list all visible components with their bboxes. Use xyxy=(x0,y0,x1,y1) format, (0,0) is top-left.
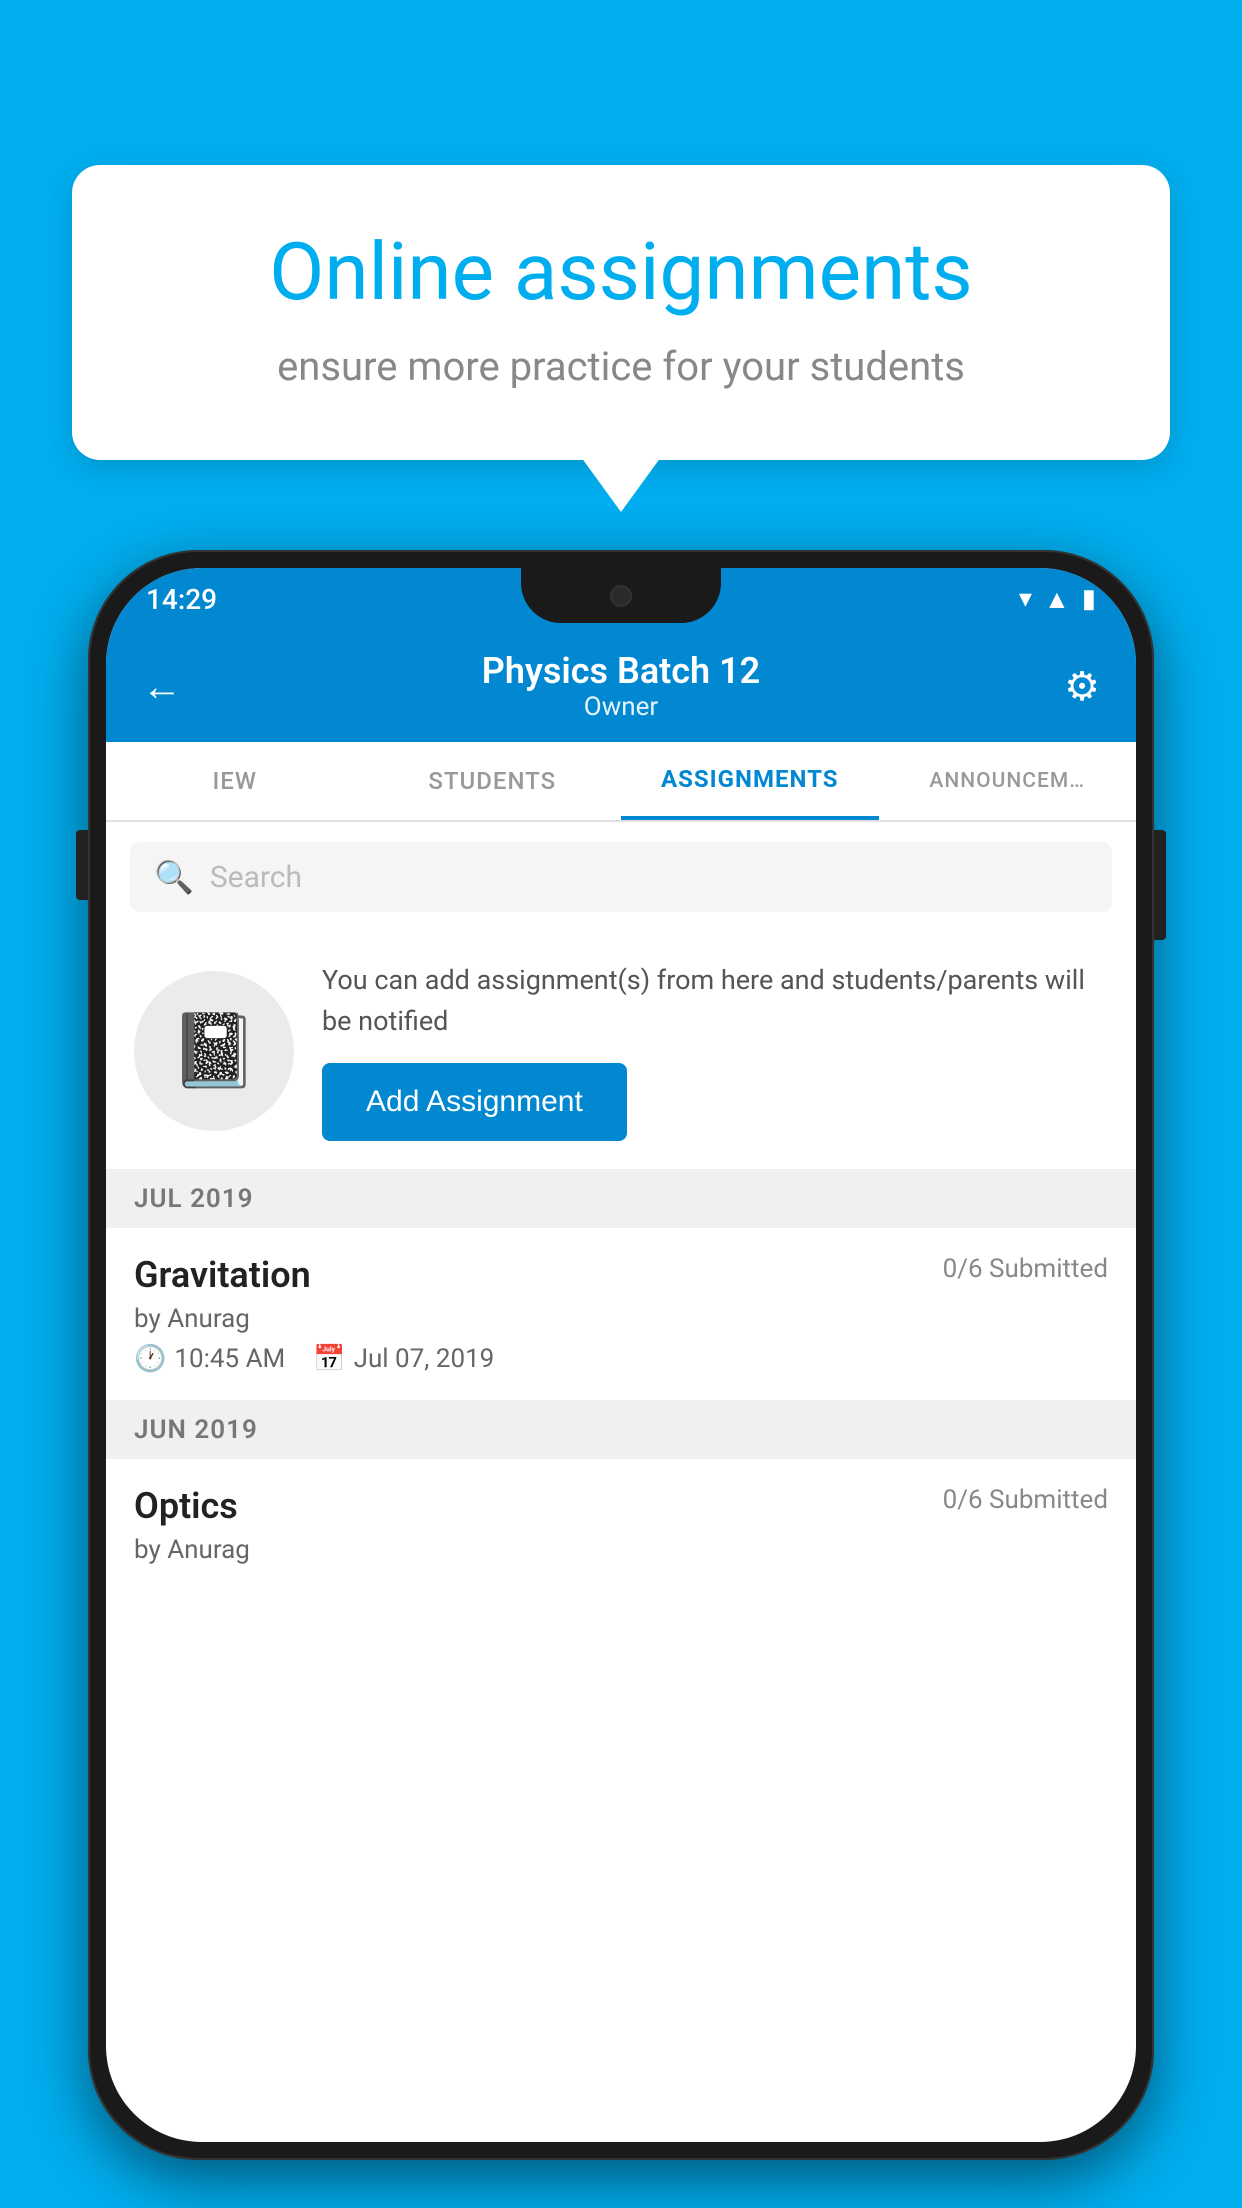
app-bar: ← Physics Batch 12 Owner ⚙ xyxy=(106,630,1136,742)
tab-students[interactable]: STUDENTS xyxy=(364,742,622,820)
assignment-submitted: 0/6 Submitted xyxy=(943,1254,1108,1284)
app-bar-title-container: Physics Batch 12 Owner xyxy=(482,650,760,722)
status-icons: ▾ ▲ ▮ xyxy=(1019,584,1096,615)
assignment-illustration: 📓 xyxy=(134,971,294,1131)
phone-outer: 14:29 ▾ ▲ ▮ ← Physics Batch 12 Owner ⚙ I… xyxy=(88,550,1154,2160)
bubble-subtitle: ensure more practice for your students xyxy=(152,343,1090,390)
meta-time: 🕐 10:45 AM xyxy=(134,1344,285,1374)
assignment-time: 10:45 AM xyxy=(174,1344,285,1374)
front-camera xyxy=(610,585,632,607)
clock-icon: 🕐 xyxy=(134,1344,166,1374)
optics-name: Optics xyxy=(134,1485,238,1527)
app-bar-title: Physics Batch 12 xyxy=(482,650,760,692)
search-bar[interactable]: 🔍 Search xyxy=(130,842,1112,912)
search-container: 🔍 Search xyxy=(106,822,1136,932)
add-assignment-text-block: You can add assignment(s) from here and … xyxy=(322,960,1108,1141)
tab-announcements[interactable]: ANNOUNCEM… xyxy=(879,742,1137,820)
back-button[interactable]: ← xyxy=(142,663,182,710)
speech-bubble: Online assignments ensure more practice … xyxy=(72,165,1170,460)
add-assignment-button[interactable]: Add Assignment xyxy=(322,1063,627,1141)
assignment-name: Gravitation xyxy=(134,1254,311,1296)
section-header-jun-2019: JUN 2019 xyxy=(106,1401,1136,1459)
assignment-item-header: Gravitation 0/6 Submitted xyxy=(134,1254,1108,1296)
optics-by: by Anurag xyxy=(134,1535,1108,1565)
tab-assignments[interactable]: ASSIGNMENTS xyxy=(621,742,879,820)
wifi-icon: ▾ xyxy=(1019,584,1032,614)
meta-date: 📅 Jul 07, 2019 xyxy=(313,1344,494,1374)
optics-item-header: Optics 0/6 Submitted xyxy=(134,1485,1108,1527)
bubble-title: Online assignments xyxy=(152,225,1090,319)
assignment-item-optics[interactable]: Optics 0/6 Submitted by Anurag xyxy=(106,1459,1136,1585)
phone-screen: 14:29 ▾ ▲ ▮ ← Physics Batch 12 Owner ⚙ I… xyxy=(106,568,1136,2142)
add-assignment-description: You can add assignment(s) from here and … xyxy=(322,960,1108,1041)
optics-submitted: 0/6 Submitted xyxy=(943,1485,1108,1515)
battery-icon: ▮ xyxy=(1082,584,1096,614)
signal-icon: ▲ xyxy=(1044,584,1070,615)
assignment-by: by Anurag xyxy=(134,1304,1108,1334)
status-time: 14:29 xyxy=(146,583,217,616)
phone-wrapper: 14:29 ▾ ▲ ▮ ← Physics Batch 12 Owner ⚙ I… xyxy=(88,550,1154,2160)
settings-icon[interactable]: ⚙ xyxy=(1064,663,1100,710)
add-assignment-block: 📓 You can add assignment(s) from here an… xyxy=(106,932,1136,1170)
search-placeholder: Search xyxy=(210,860,302,895)
search-icon: 🔍 xyxy=(154,858,194,896)
tab-iew[interactable]: IEW xyxy=(106,742,364,820)
tabs-container: IEW STUDENTS ASSIGNMENTS ANNOUNCEM… xyxy=(106,742,1136,822)
calendar-icon: 📅 xyxy=(313,1344,345,1374)
assignment-meta: 🕐 10:45 AM 📅 Jul 07, 2019 xyxy=(134,1344,1108,1374)
notebook-icon: 📓 xyxy=(169,1008,259,1093)
app-bar-subtitle: Owner xyxy=(482,692,760,722)
notch xyxy=(521,568,721,623)
assignment-item-gravitation[interactable]: Gravitation 0/6 Submitted by Anurag 🕐 10… xyxy=(106,1228,1136,1401)
content-area: 🔍 Search 📓 You can add assignment(s) fro… xyxy=(106,822,1136,1585)
section-header-jul-2019: JUL 2019 xyxy=(106,1170,1136,1228)
assignment-date: Jul 07, 2019 xyxy=(354,1344,495,1374)
